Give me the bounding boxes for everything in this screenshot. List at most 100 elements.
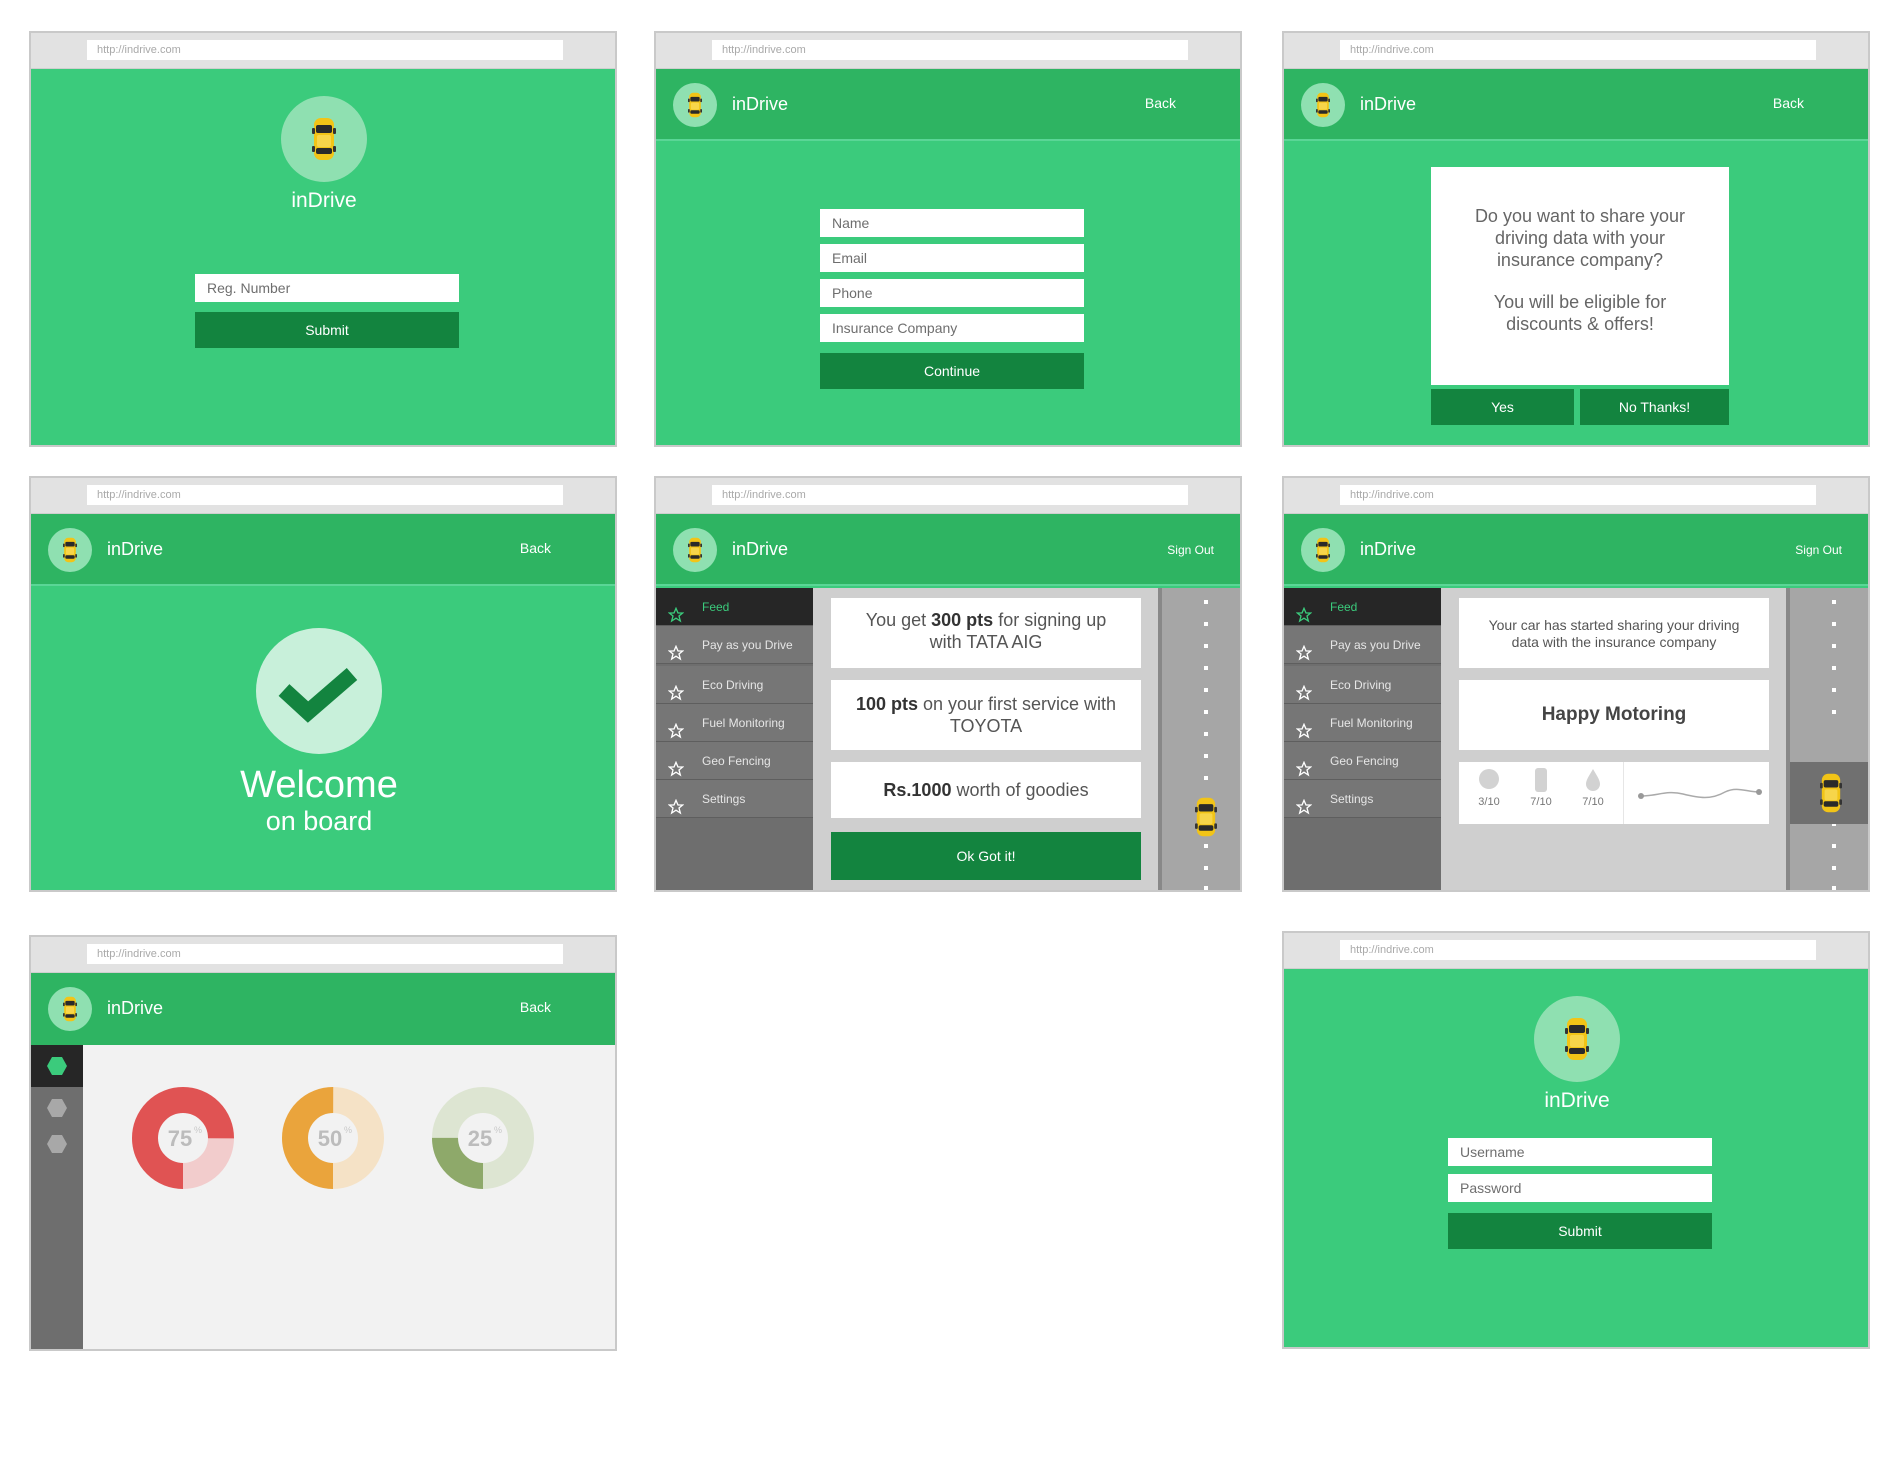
sidebar-item-geo-fencing[interactable]: Geo Fencing	[656, 742, 813, 780]
submit-button[interactable]: Submit	[1448, 1213, 1712, 1249]
stats-card: 3/10 7/10 7/10	[1459, 762, 1769, 824]
icon-rail	[31, 1045, 83, 1349]
screen-register: http://indrive.com inDrive Reg. Number S…	[29, 31, 617, 447]
sign-out-link[interactable]: Sign Out	[1167, 543, 1214, 557]
app-name: inDrive	[107, 539, 164, 559]
rail-item-active[interactable]	[31, 1045, 83, 1087]
sidebar-item-feed[interactable]: Feed	[656, 588, 813, 626]
screen-welcome: http://indrive.com inDrive Back Welcome …	[29, 476, 617, 892]
ok-got-it-button[interactable]: Ok Got it!	[831, 832, 1141, 880]
app-name: inDrive	[291, 189, 357, 212]
submit-button[interactable]: Submit	[195, 312, 459, 348]
url-field[interactable]: http://indrive.com	[712, 485, 1188, 505]
app-logo	[673, 83, 717, 127]
hexagon-icon[interactable]	[47, 1099, 67, 1117]
road-strip	[1158, 588, 1240, 890]
gauge-label: 50	[318, 1126, 342, 1151]
browser-bar: http://indrive.com	[31, 33, 615, 69]
app-name: inDrive	[1360, 539, 1417, 559]
app-header: inDrive Back	[656, 69, 1240, 141]
yes-button[interactable]: Yes	[1431, 389, 1574, 425]
name-field[interactable]: Name	[820, 209, 1084, 237]
app-logo	[48, 987, 92, 1031]
sidebar-item-fuel-monitoring[interactable]: Fuel Monitoring	[656, 704, 813, 742]
username-field[interactable]: Username	[1448, 1138, 1712, 1166]
trend-graph	[1623, 762, 1769, 824]
star-icon	[1295, 792, 1313, 830]
app-logo	[48, 528, 92, 572]
sidebar-item-pay-as-you-drive[interactable]: Pay as you Drive	[1284, 626, 1441, 664]
app-header: inDrive Back	[31, 514, 615, 586]
sidebar-item-settings[interactable]: Settings	[1284, 780, 1441, 818]
car-icon	[312, 111, 336, 167]
gauge-suffix: %	[194, 1125, 202, 1135]
no-thanks-button[interactable]: No Thanks!	[1580, 389, 1729, 425]
app-logo	[281, 96, 367, 182]
url-field[interactable]: http://indrive.com	[1340, 940, 1816, 960]
app-logo	[1534, 996, 1620, 1082]
insurance-company-field[interactable]: Insurance Company	[820, 314, 1084, 342]
browser-bar: http://indrive.com	[31, 478, 615, 514]
app-header: inDrive Back	[31, 973, 615, 1045]
screen-feed-offers: http://indrive.com inDrive Sign Out Feed…	[654, 476, 1242, 892]
browser-bar: http://indrive.com	[656, 478, 1240, 514]
continue-button[interactable]: Continue	[820, 353, 1084, 389]
sidebar-item-eco-driving[interactable]: Eco Driving	[656, 666, 813, 704]
back-link[interactable]: Back	[520, 540, 551, 556]
sidebar-item-eco-driving[interactable]: Eco Driving	[1284, 666, 1441, 704]
password-field[interactable]: Password	[1448, 1174, 1712, 1202]
browser-bar: http://indrive.com	[656, 33, 1240, 69]
url-field[interactable]: http://indrive.com	[87, 40, 563, 60]
screen-details: http://indrive.com inDrive Back Name Ema…	[654, 31, 1242, 447]
sharing-notice-card: Your car has started sharing your drivin…	[1459, 598, 1769, 668]
sidebar: Feed Pay as you Drive Eco Driving Fuel M…	[656, 588, 813, 890]
back-link[interactable]: Back	[520, 999, 551, 1015]
sidebar-item-fuel-monitoring[interactable]: Fuel Monitoring	[1284, 704, 1441, 742]
phone-field[interactable]: Phone	[820, 279, 1084, 307]
app-logo	[1301, 528, 1345, 572]
sidebar-item-geo-fencing[interactable]: Geo Fencing	[1284, 742, 1441, 780]
checkmark-icon	[278, 667, 358, 723]
consent-question: Do you want to share your driving data w…	[1474, 206, 1686, 270]
star-icon	[667, 792, 685, 830]
stat-phone: 7/10	[1521, 768, 1561, 808]
url-field[interactable]: http://indrive.com	[87, 485, 563, 505]
car-icon	[1820, 770, 1842, 816]
app-logo	[1301, 83, 1345, 127]
gauge-75: 75%	[132, 1087, 234, 1189]
sidebar-item-feed[interactable]: Feed	[1284, 588, 1441, 626]
browser-bar: http://indrive.com	[1284, 33, 1868, 69]
app-name: inDrive	[107, 998, 164, 1018]
url-field[interactable]: http://indrive.com	[1340, 485, 1816, 505]
hexagon-icon[interactable]	[47, 1135, 67, 1153]
gauge-50: 50%	[282, 1087, 384, 1189]
browser-bar: http://indrive.com	[1284, 478, 1868, 514]
sidebar-item-pay-as-you-drive[interactable]: Pay as you Drive	[656, 626, 813, 664]
sign-out-link[interactable]: Sign Out	[1795, 543, 1842, 557]
screen-login: http://indrive.com inDrive Username Pass…	[1282, 931, 1870, 1349]
app-name: inDrive	[732, 94, 789, 114]
sidebar: Feed Pay as you Drive Eco Driving Fuel M…	[1284, 588, 1441, 890]
offer-card-tata: You get 300 pts for signing up with TATA…	[831, 598, 1141, 668]
happy-motoring-card: Happy Motoring	[1459, 680, 1769, 750]
reg-number-input[interactable]: Reg. Number	[195, 274, 459, 302]
app-name: inDrive	[1544, 1089, 1610, 1112]
back-link[interactable]: Back	[1773, 95, 1804, 111]
sidebar-item-settings[interactable]: Settings	[656, 780, 813, 818]
car-icon	[1195, 794, 1217, 840]
offer-card-goodies: Rs.1000 worth of goodies	[831, 762, 1141, 818]
screen-feed-sharing: http://indrive.com inDrive Sign Out Feed…	[1282, 476, 1870, 892]
url-field[interactable]: http://indrive.com	[1340, 40, 1816, 60]
feed-area: Your car has started sharing your drivin…	[1441, 588, 1786, 890]
app-header: inDrive Sign Out	[656, 514, 1240, 586]
back-link[interactable]: Back	[1145, 95, 1176, 111]
car-icon	[63, 996, 77, 1022]
url-field[interactable]: http://indrive.com	[87, 944, 563, 964]
email-field[interactable]: Email	[820, 244, 1084, 272]
car-icon	[688, 537, 702, 563]
url-field[interactable]: http://indrive.com	[712, 40, 1188, 60]
feed-area: You get 300 pts for signing up with TATA…	[813, 588, 1158, 890]
trend-line	[1637, 788, 1762, 799]
app-name: inDrive	[732, 539, 789, 559]
phone-icon	[1535, 768, 1547, 792]
